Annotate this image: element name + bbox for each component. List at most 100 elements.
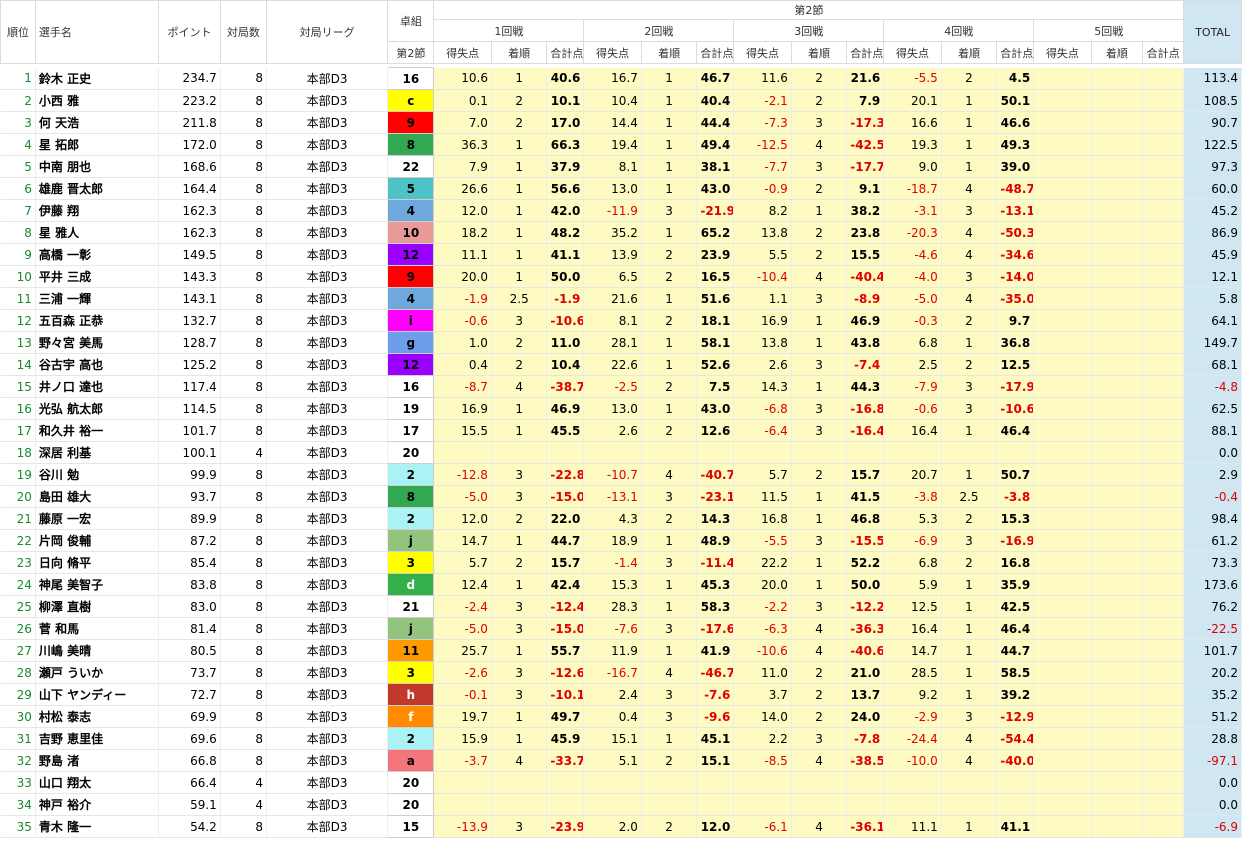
points-cell: 211.8 xyxy=(158,111,221,134)
round-1-placement: 3 xyxy=(491,595,548,618)
league-cell: 本部D3 xyxy=(266,397,389,420)
table-row: 28 瀬戸 ういか 73.7 8 本部D3 3 -2.6 3 -12.6 -16.7 4 -46.7 1… xyxy=(0,661,1242,684)
round-4-total xyxy=(996,771,1035,794)
round-5-score xyxy=(1033,661,1092,684)
round-4-score: 5.3 xyxy=(883,507,942,530)
round-2-score: -2.5 xyxy=(583,375,642,398)
table-row: 34 神戸 裕介 59.1 4 本部D3 20 0.0 xyxy=(0,793,1242,816)
round-2-score: 4.3 xyxy=(583,507,642,530)
table-row: 32 野島 渚 66.8 8 本部D3 a -3.7 4 -33.7 5.1 2 15.1 -8.5 4-… xyxy=(0,749,1242,772)
round-2-total: 45.3 xyxy=(696,573,735,596)
round-1-placement: 1 xyxy=(491,639,548,662)
round-4-total: 46.4 xyxy=(996,617,1035,640)
table-row: 6 雄鹿 晋太郎 164.4 8 本部D3 5 26.6 1 56.6 13.0 1 43.0 -0.9… xyxy=(0,177,1242,200)
rank-cell: 26 xyxy=(0,617,36,640)
round-5-total xyxy=(1142,815,1185,838)
round-2-placement: 3 xyxy=(641,705,698,728)
points-cell: 87.2 xyxy=(158,529,221,552)
round-3-total: 7.9 xyxy=(846,89,885,112)
table-group-badge: 3 xyxy=(387,551,435,574)
round-4-total: 42.5 xyxy=(996,595,1035,618)
round-1-score: 1.0 xyxy=(433,331,492,354)
round-2-score: 15.1 xyxy=(583,727,642,750)
round-5-score xyxy=(1033,331,1092,354)
league-cell: 本部D3 xyxy=(266,375,389,398)
round-2-placement: 2 xyxy=(641,243,698,266)
round-5-placement xyxy=(1091,419,1144,442)
player-name: 鈴木 正史 xyxy=(35,67,160,90)
header-round-4-subcol: 合計点 xyxy=(996,41,1035,64)
round-1-total: 46.9 xyxy=(546,397,585,420)
round-1-score: -5.0 xyxy=(433,485,492,508)
round-2-total: -11.4 xyxy=(696,551,735,574)
round-3-score xyxy=(733,793,792,816)
player-name: 柳澤 直樹 xyxy=(35,595,160,618)
round-5-total xyxy=(1142,177,1185,200)
round-2-placement xyxy=(641,793,698,816)
header-section: 第2節 xyxy=(433,0,1185,20)
table-row: 25 柳澤 直樹 83.0 8 本部D3 21 -2.4 3 -12.4 28.3 1 58.3 -2.… xyxy=(0,595,1242,618)
round-1-score: 0.4 xyxy=(433,353,492,376)
round-1-total: 10.1 xyxy=(546,89,585,112)
round-2-score: 21.6 xyxy=(583,287,642,310)
round-4-score: 9.0 xyxy=(883,155,942,178)
round-2-placement: 1 xyxy=(641,221,698,244)
player-name: 村松 泰志 xyxy=(35,705,160,728)
table-group-badge: 16 xyxy=(387,375,435,398)
table-group-badge: 4 xyxy=(387,287,435,310)
round-5-placement xyxy=(1091,331,1144,354)
round-2-score: 8.1 xyxy=(583,309,642,332)
round-5-placement xyxy=(1091,133,1144,156)
round-4-placement: 2 xyxy=(941,67,998,90)
table-row: 8星 雅人 162.3 8 本部D3 10 18.2 1 48.2 35.2 1 65.2 13.8 2… xyxy=(0,221,1242,244)
round-3-total: -12.2 xyxy=(846,595,885,618)
round-5-total xyxy=(1142,463,1185,486)
round-5-score xyxy=(1033,397,1092,420)
header-round-1-subcol: 得失点 xyxy=(433,41,492,64)
player-name: 小西 雅 xyxy=(35,89,160,112)
round-5-total xyxy=(1142,375,1185,398)
league-cell: 本部D3 xyxy=(266,529,389,552)
round-5-score xyxy=(1033,507,1092,530)
round-3-total: -17.7 xyxy=(846,155,885,178)
table-row: 18 深居 利基 100.1 4 本部D3 20 0.0 xyxy=(0,441,1242,464)
round-2-placement: 1 xyxy=(641,67,698,90)
table-row: 23 日向 脩平 85.4 8 本部D3 3 5.7 2 15.7 -1.4 3 -11.4 22.2 1… xyxy=(0,551,1242,574)
round-1-placement: 3 xyxy=(491,463,548,486)
round-3-score: 11.5 xyxy=(733,485,792,508)
total-cell: 0.0 xyxy=(1183,793,1242,816)
table-row: 35 青木 隆一 54.2 8 本部D3 15 -13.9 3 -23.9 2.0 2 12.0 -6.… xyxy=(0,815,1242,838)
player-name: 五百森 正恭 xyxy=(35,309,160,332)
round-2-placement: 1 xyxy=(641,529,698,552)
games-cell: 8 xyxy=(220,265,268,288)
games-cell: 8 xyxy=(220,243,268,266)
rank-cell: 34 xyxy=(0,793,36,816)
round-2-placement: 1 xyxy=(641,287,698,310)
table-row: 33 山口 翔太 66.4 4 本部D3 20 0.0 xyxy=(0,771,1242,794)
round-1-score: 12.0 xyxy=(433,507,492,530)
rank-cell: 7 xyxy=(0,199,36,222)
points-cell: 89.9 xyxy=(158,507,221,530)
table-row: 16 光弘 航太郎 114.5 8 本部D3 19 16.9 1 46.9 13.0 1 43.0 -6… xyxy=(0,397,1242,420)
table-group-badge: 20 xyxy=(387,793,435,816)
table-row: 27 川嶋 美晴 80.5 8 本部D3 11 25.7 1 55.7 11.9 1 41.9 -10.… xyxy=(0,639,1242,662)
round-5-total xyxy=(1142,221,1185,244)
round-5-placement xyxy=(1091,89,1144,112)
table-group-badge: 21 xyxy=(387,595,435,618)
total-cell: 0.0 xyxy=(1183,441,1242,464)
total-cell: 35.2 xyxy=(1183,683,1242,706)
round-4-placement: 3 xyxy=(941,705,998,728)
round-2-placement: 1 xyxy=(641,89,698,112)
table-row: 1 鈴木 正史 234.7 8 本部D3 16 10.6 1 40.6 16.7 1 46.7 11.6… xyxy=(0,67,1242,90)
player-name: 川嶋 美晴 xyxy=(35,639,160,662)
round-3-score: -6.4 xyxy=(733,419,792,442)
round-1-total: 56.6 xyxy=(546,177,585,200)
round-5-score xyxy=(1033,683,1092,706)
round-5-total xyxy=(1142,485,1185,508)
round-3-placement: 1 xyxy=(791,551,848,574)
games-cell: 8 xyxy=(220,727,268,750)
round-1-placement: 1 xyxy=(491,155,548,178)
league-cell: 本部D3 xyxy=(266,199,389,222)
round-5-total xyxy=(1142,705,1185,728)
league-cell: 本部D3 xyxy=(266,331,389,354)
